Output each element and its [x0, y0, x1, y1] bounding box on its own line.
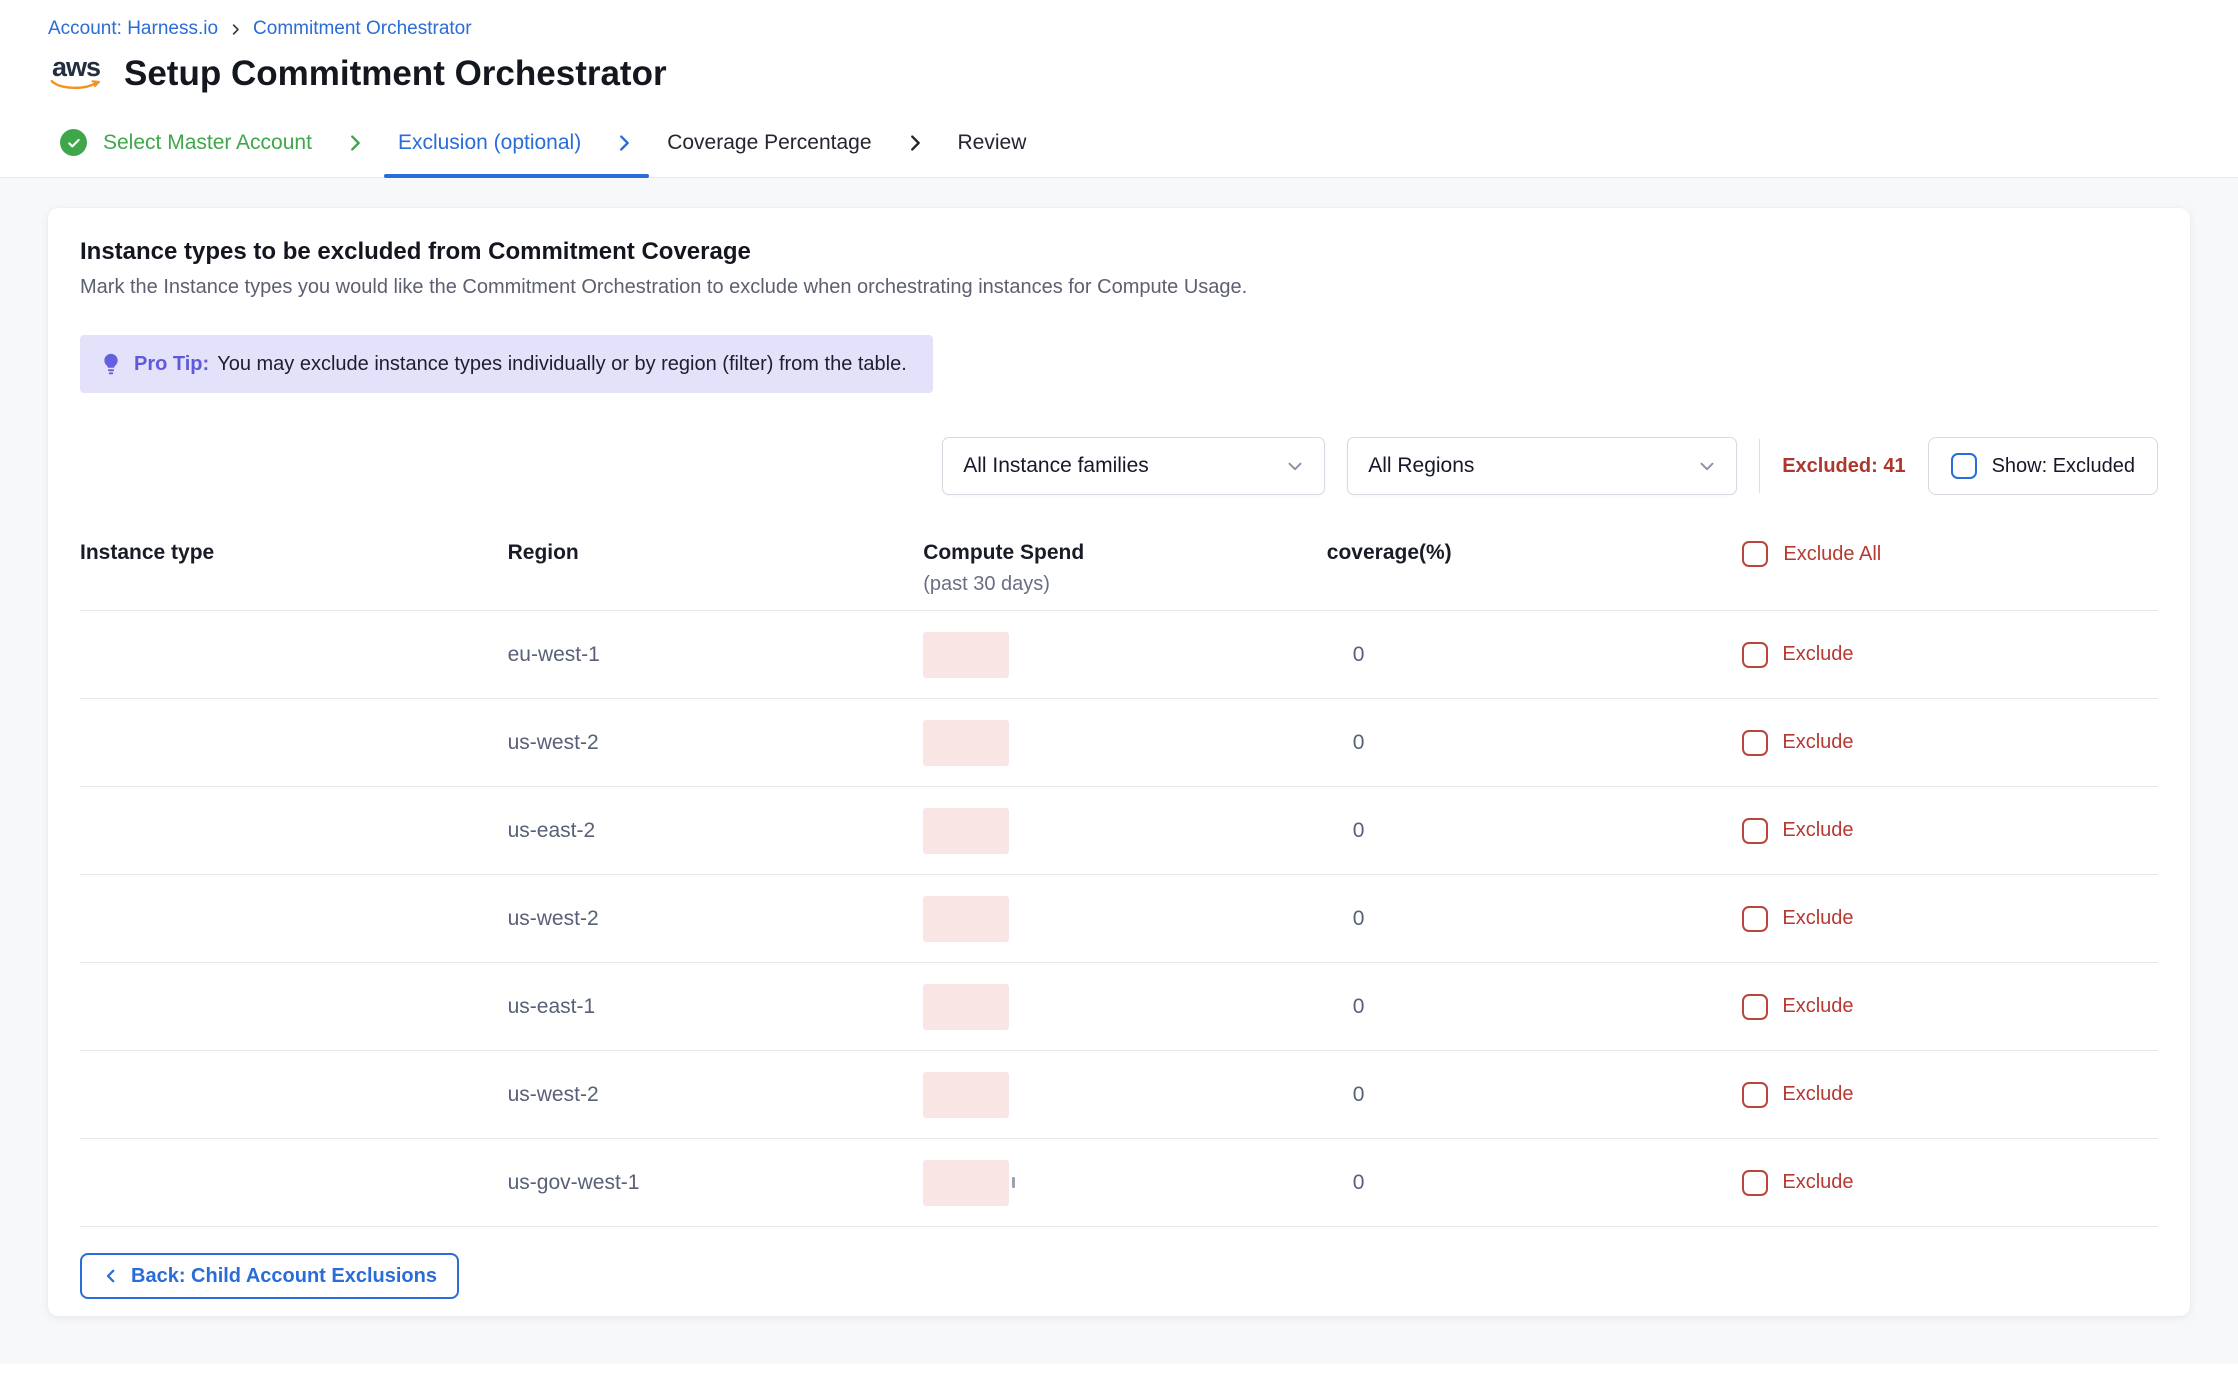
compute-spend-redacted [923, 720, 1009, 766]
exclude-label: Exclude [1782, 907, 1853, 930]
chevron-right-icon [884, 108, 946, 177]
breadcrumb-chevron-icon [228, 22, 243, 37]
exclude-checkbox[interactable] [1742, 1170, 1768, 1196]
coverage-cell: 0 [1327, 1171, 1743, 1195]
lightbulb-icon [98, 351, 124, 377]
coverage-cell: 0 [1327, 643, 1743, 667]
table-row: eu-west-1 0 Exclude [80, 611, 2158, 699]
column-header-coverage: coverage(%) [1327, 541, 1743, 565]
exclusion-panel: Instance types to be excluded from Commi… [48, 208, 2190, 1316]
exclude-label: Exclude [1782, 1083, 1853, 1106]
filter-divider [1759, 439, 1760, 493]
exclude-label: Exclude [1782, 643, 1853, 666]
table-row: us-east-1 0 Exclude [80, 963, 2158, 1051]
column-header-compute-spend: Compute Spend (past 30 days) [911, 541, 1327, 596]
exclude-label: Exclude [1782, 819, 1853, 842]
table-row: us-gov-west-1 0 Exclude [80, 1139, 2158, 1227]
content-area: Instance types to be excluded from Commi… [0, 178, 2238, 1364]
exclude-checkbox[interactable] [1742, 642, 1768, 668]
table-row: us-west-2 0 Exclude [80, 875, 2158, 963]
check-circle-icon [60, 129, 87, 156]
show-excluded-toggle[interactable]: Show: Excluded [1928, 437, 2158, 495]
step-label: Exclusion (optional) [398, 131, 581, 155]
step-review[interactable]: Review [946, 108, 1039, 177]
exclude-all-checkbox[interactable] [1742, 541, 1768, 567]
pro-tip-banner: Pro Tip: You may exclude instance types … [80, 335, 933, 393]
region-cell: us-east-1 [496, 995, 912, 1019]
compute-spend-subtitle: (past 30 days) [923, 573, 1327, 596]
regions-value: All Regions [1368, 454, 1474, 478]
table-row: us-east-2 0 Exclude [80, 787, 2158, 875]
step-label: Review [958, 131, 1027, 155]
filter-bar: All Instance families All Regions Exclud… [80, 437, 2158, 495]
exclude-checkbox[interactable] [1742, 818, 1768, 844]
back-button-label: Back: Child Account Exclusions [131, 1265, 437, 1288]
coverage-cell: 0 [1327, 819, 1743, 843]
column-header-region: Region [496, 541, 912, 565]
column-header-exclude-all: Exclude All [1742, 541, 2158, 567]
step-coverage-percentage[interactable]: Coverage Percentage [655, 108, 883, 177]
step-label: Select Master Account [103, 131, 312, 155]
compute-spend-redacted [923, 1072, 1009, 1118]
back-button[interactable]: Back: Child Account Exclusions [80, 1253, 459, 1299]
chevron-right-icon [593, 108, 655, 177]
exclude-checkbox[interactable] [1742, 906, 1768, 932]
compute-spend-title: Compute Spend [923, 541, 1327, 565]
exclude-label: Exclude [1782, 1171, 1853, 1194]
breadcrumb-account-link[interactable]: Account: Harness.io [48, 18, 218, 40]
show-excluded-label: Show: Excluded [1992, 455, 2135, 478]
step-label: Coverage Percentage [667, 131, 871, 155]
aws-logo: aws [48, 56, 104, 93]
region-cell: us-west-2 [496, 907, 912, 931]
chevron-down-icon [1284, 455, 1306, 477]
breadcrumb: Account: Harness.io Commitment Orchestra… [48, 16, 2190, 42]
exclude-checkbox[interactable] [1742, 730, 1768, 756]
chevron-left-icon [102, 1267, 120, 1285]
excluded-count: Excluded: 41 [1782, 455, 1905, 478]
exclude-label: Exclude [1782, 995, 1853, 1018]
panel-subheading: Mark the Instance types you would like t… [80, 276, 2158, 299]
aws-logo-text: aws [52, 56, 100, 79]
compute-spend-redacted [923, 896, 1009, 942]
step-exclusion[interactable]: Exclusion (optional) [386, 108, 593, 177]
coverage-cell: 0 [1327, 907, 1743, 931]
table-row: us-west-2 0 Exclude [80, 1051, 2158, 1139]
page-title: Setup Commitment Orchestrator [124, 55, 667, 94]
column-header-instance-type: Instance type [80, 541, 496, 565]
panel-heading: Instance types to be excluded from Commi… [80, 238, 2158, 266]
table-row: us-west-2 0 Exclude [80, 699, 2158, 787]
chevron-down-icon [1696, 455, 1718, 477]
aws-smile-icon [50, 79, 102, 92]
show-excluded-checkbox[interactable] [1951, 453, 1977, 479]
pro-tip-label: Pro Tip: [134, 353, 209, 376]
compute-spend-redacted [923, 808, 1009, 854]
compute-spend-redacted-fragment [1012, 1177, 1015, 1188]
coverage-cell: 0 [1327, 731, 1743, 755]
table-header-row: Instance type Region Compute Spend (past… [80, 541, 2158, 611]
page-header: Account: Harness.io Commitment Orchestra… [0, 0, 2238, 100]
breadcrumb-current-link[interactable]: Commitment Orchestrator [253, 18, 472, 40]
exclude-checkbox[interactable] [1742, 994, 1768, 1020]
exclude-all-label: Exclude All [1783, 543, 1881, 566]
instance-families-select[interactable]: All Instance families [942, 437, 1325, 495]
region-cell: us-west-2 [496, 731, 912, 755]
regions-select[interactable]: All Regions [1347, 437, 1737, 495]
coverage-cell: 0 [1327, 995, 1743, 1019]
instance-families-value: All Instance families [963, 454, 1149, 478]
wizard-stepper: Select Master Account Exclusion (optiona… [0, 108, 2238, 178]
exclude-label: Exclude [1782, 731, 1853, 754]
pro-tip-text: You may exclude instance types individua… [217, 353, 907, 376]
region-cell: us-west-2 [496, 1083, 912, 1107]
region-cell: us-gov-west-1 [496, 1171, 912, 1195]
compute-spend-redacted [923, 1160, 1009, 1206]
compute-spend-redacted [923, 632, 1009, 678]
region-cell: eu-west-1 [496, 643, 912, 667]
exclude-checkbox[interactable] [1742, 1082, 1768, 1108]
step-select-master-account[interactable]: Select Master Account [48, 108, 324, 177]
coverage-cell: 0 [1327, 1083, 1743, 1107]
compute-spend-redacted [923, 984, 1009, 1030]
region-cell: us-east-2 [496, 819, 912, 843]
chevron-right-icon [324, 108, 386, 177]
